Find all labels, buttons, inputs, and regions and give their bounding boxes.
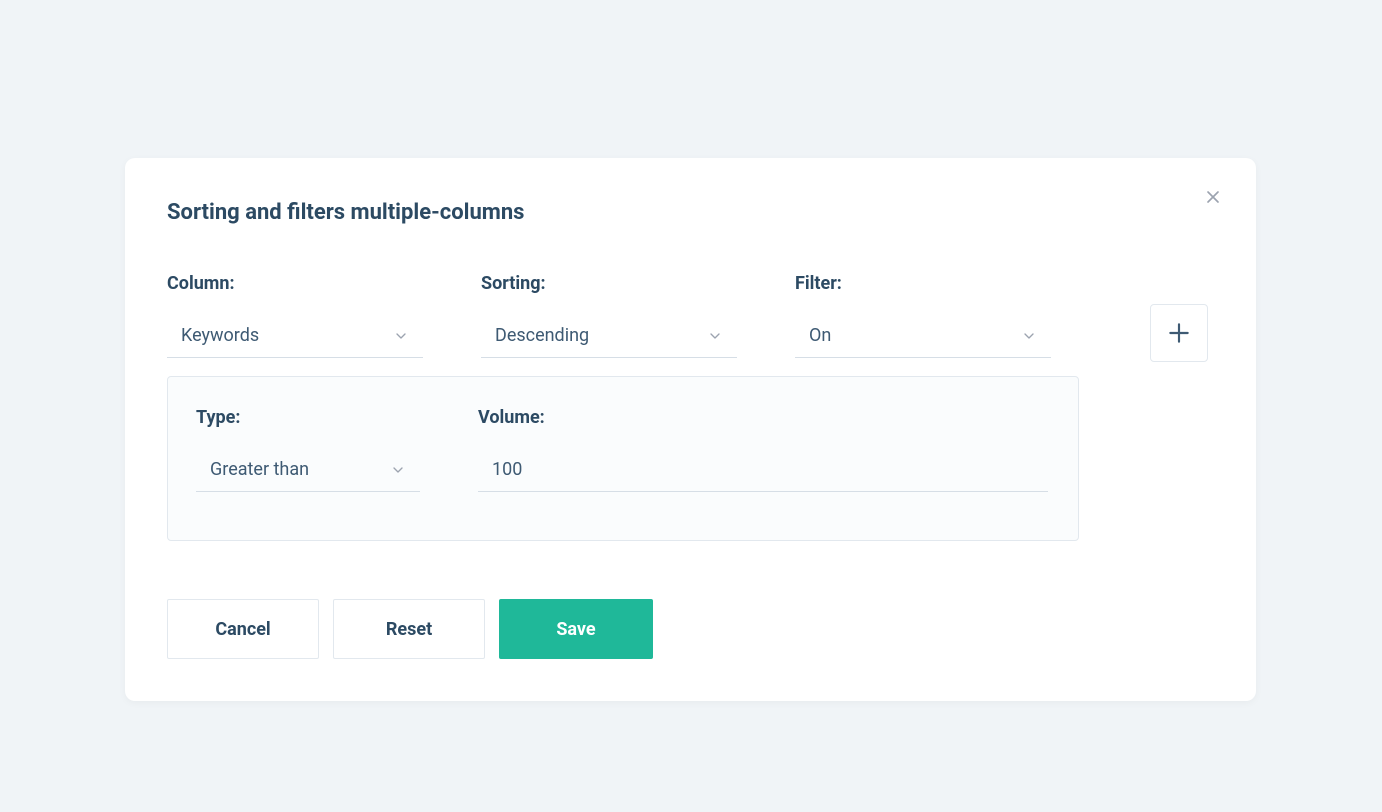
column-select[interactable]: Keywords	[167, 314, 423, 358]
save-button[interactable]: Save	[499, 599, 653, 659]
type-label: Type:	[196, 407, 420, 428]
sub-row: Type: Greater than Volume:	[196, 407, 1050, 492]
filter-sub-panel: Type: Greater than Volume:	[167, 376, 1079, 541]
chevron-down-icon	[707, 328, 723, 344]
sorting-value: Descending	[495, 325, 589, 346]
chevron-down-icon	[1021, 328, 1037, 344]
volume-field: Volume:	[478, 407, 1048, 492]
button-row: Cancel Reset Save	[167, 599, 1208, 659]
close-icon	[1203, 187, 1223, 207]
column-field: Column: Keywords	[167, 273, 423, 358]
reset-button[interactable]: Reset	[333, 599, 485, 659]
sorting-filters-modal: Sorting and filters multiple-columns Col…	[125, 158, 1256, 701]
chevron-down-icon	[390, 462, 406, 478]
filter-select[interactable]: On	[795, 314, 1051, 358]
sorting-field: Sorting: Descending	[481, 273, 737, 358]
volume-input[interactable]	[478, 448, 1048, 492]
filter-label: Filter:	[795, 273, 1051, 294]
volume-label: Volume:	[478, 407, 1048, 428]
type-value: Greater than	[210, 459, 309, 480]
type-field: Type: Greater than	[196, 407, 420, 492]
column-label: Column:	[167, 273, 423, 294]
top-row: Column: Keywords Sorting: Descending Fil…	[167, 273, 1208, 358]
sorting-label: Sorting:	[481, 273, 737, 294]
close-button[interactable]	[1198, 182, 1228, 212]
cancel-button[interactable]: Cancel	[167, 599, 319, 659]
filter-field: Filter: On	[795, 273, 1051, 358]
sorting-select[interactable]: Descending	[481, 314, 737, 358]
type-select[interactable]: Greater than	[196, 448, 420, 492]
add-button[interactable]	[1150, 304, 1208, 362]
modal-title: Sorting and filters multiple-columns	[167, 200, 1208, 225]
column-value: Keywords	[181, 325, 259, 346]
plus-icon	[1166, 320, 1192, 346]
chevron-down-icon	[393, 328, 409, 344]
filter-value: On	[809, 325, 831, 346]
